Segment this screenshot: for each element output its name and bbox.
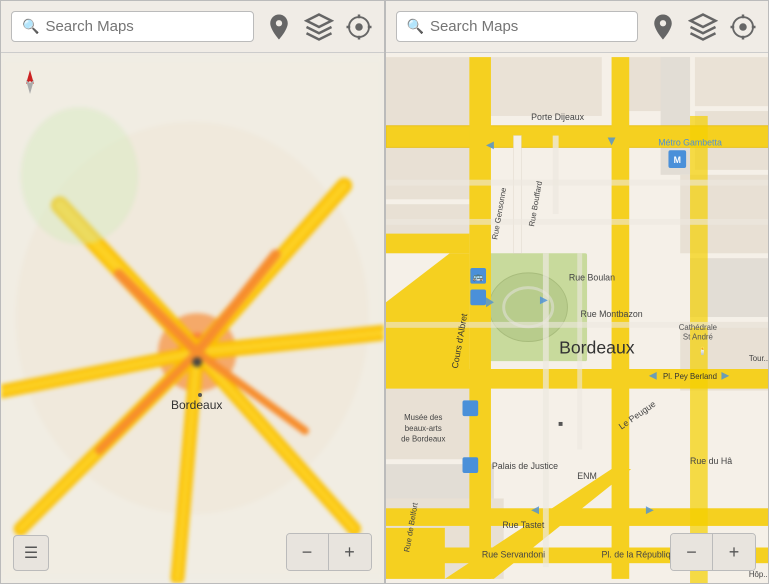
svg-text:Rue du Hâ: Rue du Hâ — [690, 456, 732, 466]
main-container: 🔍 — [0, 0, 769, 584]
left-layers-icon — [304, 12, 334, 42]
svg-text:St André: St André — [682, 333, 712, 342]
right-search-icon: 🔍 — [407, 18, 424, 35]
svg-text:Pl. Pey Berland: Pl. Pey Berland — [663, 372, 717, 381]
svg-text:Hôp...: Hôp... — [748, 570, 768, 579]
svg-text:🕯️: 🕯️ — [697, 345, 707, 355]
right-layers-button[interactable] — [688, 12, 718, 42]
right-zoom-out-button[interactable]: − — [671, 534, 713, 570]
left-map-canvas[interactable]: Bordeaux — [1, 53, 384, 583]
right-layers-icon — [688, 12, 718, 42]
left-zoom-in-button[interactable]: + — [329, 534, 371, 570]
left-zoom-controls: − + — [286, 533, 372, 571]
left-map-svg — [1, 53, 384, 583]
svg-text:Porte Dijeaux: Porte Dijeaux — [531, 112, 584, 122]
right-map-panel: 🔍 — [385, 0, 769, 584]
menu-icon: ☰ — [24, 543, 38, 563]
right-location-icon — [728, 12, 758, 42]
svg-text:Rue Tastet: Rue Tastet — [502, 520, 545, 530]
svg-text:beaux-arts: beaux-arts — [404, 424, 441, 433]
right-pin-button[interactable] — [648, 12, 678, 42]
right-map-svg: 🚌 M Porte Dijeaux — [386, 53, 769, 583]
right-search-bar: 🔍 — [386, 1, 769, 53]
svg-text:Pl. de la République: Pl. de la République — [601, 549, 680, 559]
left-location-icon — [344, 12, 374, 42]
right-location-button[interactable] — [728, 12, 758, 42]
left-pin-button[interactable] — [264, 12, 294, 42]
left-search-input-wrap[interactable]: 🔍 — [11, 11, 254, 42]
svg-text:Tour...: Tour... — [748, 354, 768, 363]
svg-text:Métro Gambetta: Métro Gambetta — [658, 137, 722, 147]
right-map-canvas[interactable]: 🚌 M Porte Dijeaux — [386, 53, 769, 583]
left-search-input[interactable] — [45, 18, 242, 35]
left-map-panel: 🔍 — [0, 0, 385, 584]
right-zoom-controls: − + — [670, 533, 756, 571]
svg-text:Palais de Justice: Palais de Justice — [491, 461, 557, 471]
left-search-icon: 🔍 — [22, 18, 39, 35]
svg-text:M: M — [673, 155, 680, 165]
left-location-button[interactable] — [344, 12, 374, 42]
svg-text:Rue Servandoni: Rue Servandoni — [481, 549, 544, 559]
left-pin-icon — [264, 12, 294, 42]
compass-icon — [16, 68, 44, 96]
svg-text:Rue Montbazon: Rue Montbazon — [580, 309, 642, 319]
svg-text:de Bordeaux: de Bordeaux — [401, 435, 445, 444]
city-label: Bordeaux — [171, 398, 222, 412]
left-layers-button[interactable] — [304, 12, 334, 42]
svg-text:Bordeaux: Bordeaux — [559, 337, 635, 357]
svg-text:Cathédrale: Cathédrale — [678, 323, 716, 332]
left-menu-button[interactable]: ☰ — [13, 535, 49, 571]
left-search-bar: 🔍 — [1, 1, 384, 53]
right-search-input[interactable] — [430, 18, 627, 35]
right-zoom-in-button[interactable]: + — [713, 534, 755, 570]
left-compass — [16, 68, 44, 96]
left-zoom-out-button[interactable]: − — [287, 534, 329, 570]
right-search-input-wrap[interactable]: 🔍 — [396, 11, 639, 42]
svg-text:ENM: ENM — [577, 471, 597, 481]
right-pin-icon — [648, 12, 678, 42]
svg-text:Rue Boulan: Rue Boulan — [568, 273, 614, 283]
city-dot — [198, 393, 202, 397]
svg-text:🚌: 🚌 — [472, 272, 483, 282]
svg-text:Musée des: Musée des — [404, 413, 442, 422]
